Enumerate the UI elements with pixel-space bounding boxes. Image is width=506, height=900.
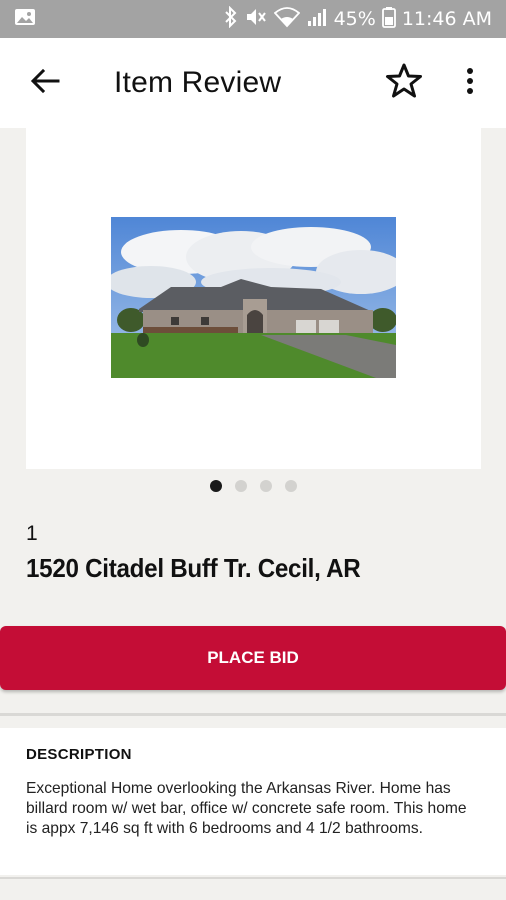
page-title: Item Review	[114, 66, 282, 99]
favorite-button[interactable]	[382, 62, 426, 104]
more-menu-button[interactable]	[455, 62, 485, 104]
arrow-back-icon	[30, 68, 60, 99]
status-bar: 45% 11:46 AM	[0, 0, 506, 38]
pager-dot[interactable]	[284, 480, 297, 492]
description-text: Exceptional Home overlooking the Arkansa…	[26, 780, 467, 837]
wifi-icon	[273, 6, 300, 33]
clock: 11:46 AM	[401, 8, 492, 30]
star-outline-icon	[385, 63, 423, 104]
back-button[interactable]	[24, 64, 66, 102]
mute-icon	[244, 6, 268, 33]
image-gallery[interactable]	[26, 128, 481, 469]
battery-percent: 45%	[333, 8, 376, 30]
app-bar: Item Review	[0, 38, 506, 128]
item-title: 1520 Citadel Buff Tr. Cecil, AR	[26, 553, 361, 583]
more-vert-icon	[466, 67, 474, 100]
image-icon	[14, 8, 36, 31]
house-photo	[111, 217, 396, 378]
bluetooth-icon	[224, 5, 238, 33]
place-bid-button[interactable]: PLACE BID	[0, 626, 506, 690]
battery-icon	[381, 6, 396, 33]
description-heading: DESCRIPTION	[26, 746, 132, 763]
description-card: DESCRIPTION Exceptional Home overlooking…	[0, 728, 506, 875]
pager-dot[interactable]	[234, 480, 247, 492]
divider	[0, 713, 506, 716]
divider	[0, 877, 506, 879]
pager-dot[interactable]	[259, 480, 272, 492]
pager-dot[interactable]	[209, 480, 222, 492]
signal-icon	[306, 6, 328, 33]
gallery-pager	[0, 480, 506, 496]
lot-number: 1	[26, 522, 38, 545]
